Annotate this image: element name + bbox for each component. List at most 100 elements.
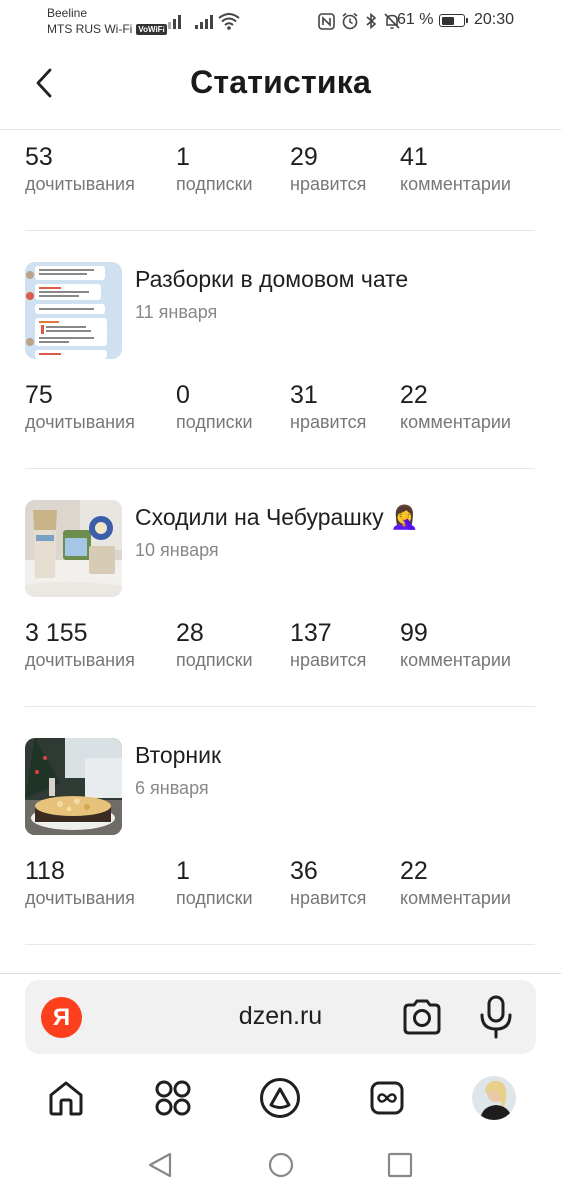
- stat-value: 1: [176, 143, 190, 171]
- stat-value: 75: [25, 381, 53, 409]
- nav-home[interactable]: [42, 1074, 90, 1122]
- article-title: Вторник: [135, 742, 222, 768]
- home-icon: [49, 1081, 83, 1116]
- tabs-icon: [370, 1081, 404, 1115]
- battery-icon: [439, 14, 468, 27]
- stat-label: нравится: [290, 412, 367, 432]
- stat-label: комментарии: [400, 174, 511, 194]
- signal-icon-2: [195, 13, 213, 29]
- article-thumbnail-cake: [25, 738, 122, 835]
- microphone-icon[interactable]: [478, 994, 514, 1040]
- nav-alice[interactable]: [256, 1074, 304, 1122]
- stats-row: 118 дочитывания 1 подписки 36 нравится 22 ко…: [25, 856, 535, 916]
- clock: 20:30: [474, 11, 515, 28]
- divider: [25, 468, 535, 469]
- stat-reads: 53 дочитывания: [25, 142, 135, 195]
- stat-value: 1: [176, 857, 190, 885]
- stat-likes: 31 нравится: [290, 380, 366, 433]
- bottom-separator: [0, 973, 561, 974]
- nfc-icon: [318, 12, 335, 30]
- battery-percent: 61 %: [397, 11, 434, 28]
- article-date: 6 января: [135, 778, 209, 798]
- alarm-icon: [342, 12, 358, 30]
- app-header: Статистика: [0, 44, 561, 130]
- stat-label: комментарии: [400, 412, 511, 432]
- article-thumbnail-chat: [25, 262, 122, 359]
- stat-label: комментарии: [400, 650, 511, 670]
- article-date: 11 января: [135, 302, 218, 322]
- stat-label: подписки: [176, 174, 253, 194]
- page-title: Статистика: [190, 64, 371, 100]
- stat-label: нравится: [290, 650, 367, 670]
- stat-label: дочитывания: [25, 888, 135, 908]
- stats-row: 53 дочитывания 1 подписки 29 нравится 41 ком…: [25, 142, 535, 202]
- alice-icon: [260, 1078, 300, 1118]
- operator-name-2: MTS RUS Wi-Fi VoWiFi: [47, 22, 167, 36]
- stat-label: дочитывания: [25, 650, 135, 670]
- stat-comments: 99 комментарии: [400, 618, 511, 671]
- divider: [25, 230, 535, 231]
- article-card[interactable]: Разборки в домовом чате 11 января: [25, 262, 535, 360]
- stat-reads: 3 155 дочитывания: [25, 618, 135, 671]
- stat-value: 137: [290, 619, 332, 647]
- stat-reads: 118 дочитывания: [25, 856, 135, 909]
- divider: [25, 706, 535, 707]
- system-home-icon[interactable]: [267, 1150, 295, 1180]
- stat-label: подписки: [176, 412, 253, 432]
- article-thumbnail-popcorn: [25, 500, 122, 597]
- stat-value: 118: [25, 857, 65, 885]
- camera-search-icon[interactable]: [401, 997, 443, 1037]
- system-icons: [318, 12, 401, 30]
- stat-comments: 22 комментарии: [400, 380, 511, 433]
- stat-value: 31: [290, 381, 318, 409]
- stat-value: 22: [400, 857, 428, 885]
- stat-likes: 29 нравится: [290, 142, 366, 195]
- divider: [25, 944, 535, 945]
- operator-name-2-label: MTS RUS Wi-Fi: [47, 22, 133, 36]
- stat-label: комментарии: [400, 888, 511, 908]
- stat-label: нравится: [290, 174, 367, 194]
- system-recents-icon[interactable]: [386, 1150, 414, 1180]
- url-field[interactable]: dzen.ru: [25, 1002, 536, 1031]
- article-card[interactable]: Вторник 6 января: [25, 738, 535, 836]
- stat-value: 99: [400, 619, 428, 647]
- stat-value: 53: [25, 143, 53, 171]
- stat-likes: 36 нравится: [290, 856, 366, 909]
- stat-value: 36: [290, 857, 318, 885]
- operator-name-1: Beeline: [47, 6, 88, 20]
- stat-subscriptions: 1 подписки: [176, 142, 253, 195]
- article-date: 10 января: [135, 540, 219, 560]
- stat-subscriptions: 0 подписки: [176, 380, 253, 433]
- browser-address-bar: Я dzen.ru: [25, 980, 536, 1054]
- stat-value: 3 155: [25, 619, 88, 647]
- stat-label: подписки: [176, 650, 253, 670]
- stat-subscriptions: 28 подписки: [176, 618, 253, 671]
- stat-comments: 41 комментарии: [400, 142, 511, 195]
- stat-value: 29: [290, 143, 318, 171]
- article-title: Сходили на Чебурашку 🤦‍♀️: [135, 504, 419, 530]
- stat-comments: 22 комментарии: [400, 856, 511, 909]
- stat-reads: 75 дочитывания: [25, 380, 135, 433]
- stat-value: 22: [400, 381, 428, 409]
- stats-row: 3 155 дочитывания 28 подписки 137 нравится …: [25, 618, 535, 678]
- stat-label: подписки: [176, 888, 253, 908]
- stat-label: дочитывания: [25, 174, 135, 194]
- nav-tabs[interactable]: [363, 1074, 411, 1122]
- profile-avatar[interactable]: [472, 1076, 516, 1120]
- article-card[interactable]: Сходили на Чебурашку 🤦‍♀️ 10 января: [25, 500, 535, 598]
- services-grid-icon: [155, 1080, 191, 1116]
- stats-row: 75 дочитывания 0 подписки 31 нравится 22 ком…: [25, 380, 535, 440]
- status-bar: Beeline MTS RUS Wi-Fi VoWiFi 61 % 20:30: [0, 0, 561, 44]
- stat-label: дочитывания: [25, 412, 135, 432]
- wifi-icon: [218, 13, 240, 30]
- stat-value: 0: [176, 381, 190, 409]
- stat-likes: 137 нравится: [290, 618, 366, 671]
- stat-value: 41: [400, 143, 428, 171]
- stat-label: нравится: [290, 888, 367, 908]
- article-title: Разборки в домовом чате: [135, 266, 409, 292]
- stat-value: 28: [176, 619, 204, 647]
- signal-icon-1: [163, 13, 181, 29]
- nav-services[interactable]: [149, 1074, 197, 1122]
- system-back-icon[interactable]: [146, 1150, 174, 1180]
- bluetooth-icon: [366, 12, 377, 30]
